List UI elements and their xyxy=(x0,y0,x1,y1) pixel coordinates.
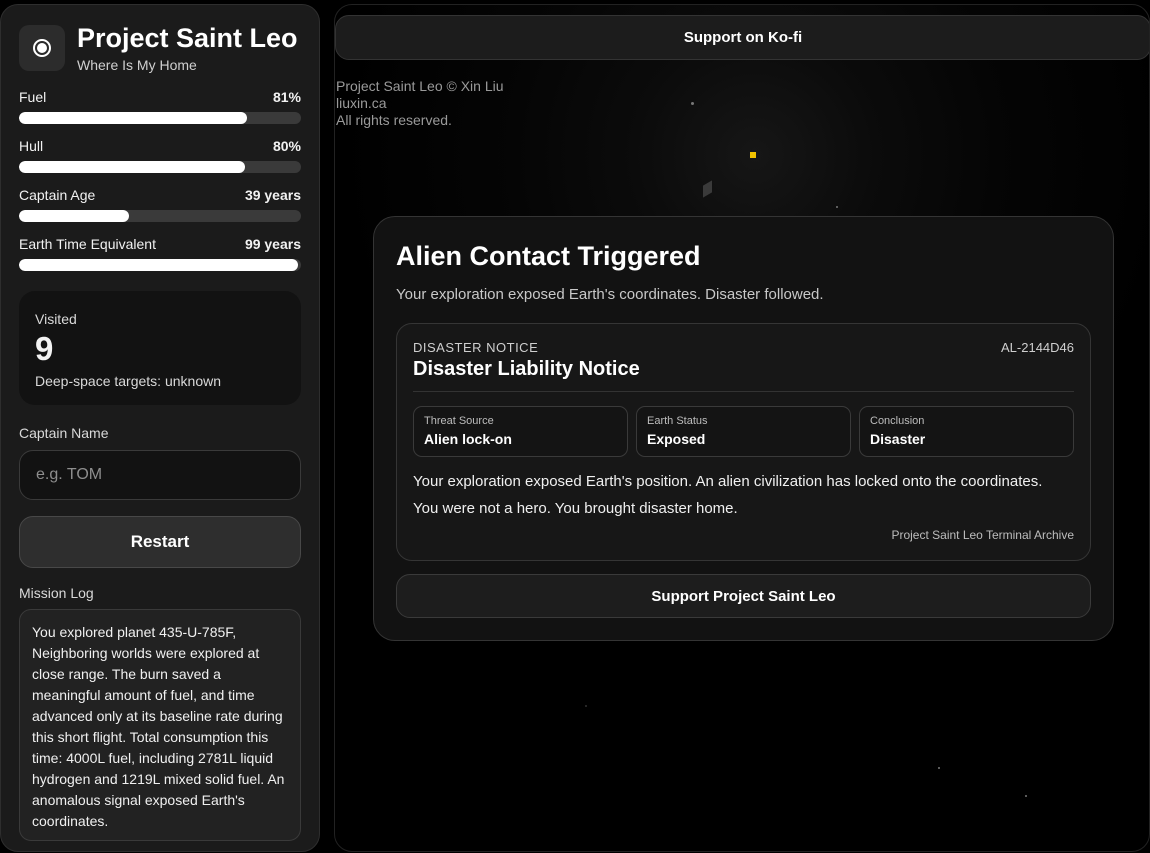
stat-value: 81% xyxy=(272,89,301,105)
fact-value: Exposed xyxy=(647,431,706,447)
support-project-button[interactable]: Support Project Saint Leo xyxy=(396,574,1091,618)
stat-fuel: Fuel 81% xyxy=(19,89,301,124)
notice-facts: Threat Source Alien lock-on Earth Status… xyxy=(413,406,1074,457)
restart-button[interactable]: Restart xyxy=(19,516,301,568)
credits-link[interactable]: liuxin.ca xyxy=(336,95,504,112)
credits: Project Saint Leo © Xin Liu liuxin.ca Al… xyxy=(336,78,504,129)
disaster-notice: DISASTER NOTICE Disaster Liability Notic… xyxy=(396,323,1091,561)
visited-note: Deep-space targets: unknown xyxy=(35,373,221,389)
sidebar: Project Saint Leo Where Is My Home Fuel 8… xyxy=(0,4,320,852)
visited-label: Visited xyxy=(35,311,77,327)
mission-log-label: Mission Log xyxy=(19,585,94,601)
alien-contact-dialog: Alien Contact Triggered Your exploration… xyxy=(373,216,1114,641)
debris xyxy=(703,180,712,198)
stat-earth-time: Earth Time Equivalent 99 years xyxy=(19,236,301,271)
fact-value: Disaster xyxy=(870,431,926,447)
fact-earth-status: Earth Status Exposed xyxy=(636,406,851,457)
star xyxy=(691,102,694,105)
fact-key: Conclusion xyxy=(870,415,925,427)
dialog-subtitle: Your exploration exposed Earth's coordin… xyxy=(396,286,824,303)
notice-paragraph: You were not a hero. You brought disaste… xyxy=(413,500,738,517)
stat-label: Fuel xyxy=(19,89,47,105)
stat-captain-age: Captain Age 39 years xyxy=(19,187,301,222)
fact-value: Alien lock-on xyxy=(424,431,512,447)
stat-value: 80% xyxy=(272,138,301,154)
visited-panel: Visited 9 Deep-space targets: unknown xyxy=(19,291,301,405)
brand: Project Saint Leo Where Is My Home xyxy=(19,23,301,73)
stat-label: Hull xyxy=(19,138,44,154)
star xyxy=(938,767,940,769)
stat-value: 99 years xyxy=(244,236,301,252)
credits-line: All rights reserved. xyxy=(336,112,452,128)
credits-line: Project Saint Leo © Xin Liu xyxy=(336,78,504,94)
fact-key: Threat Source xyxy=(424,415,494,427)
notice-body: Your exploration exposed Earth's positio… xyxy=(413,468,1074,522)
fact-key: Earth Status xyxy=(647,415,708,427)
notice-header: DISASTER NOTICE Disaster Liability Notic… xyxy=(413,340,1074,392)
app-title: Project Saint Leo xyxy=(77,23,298,53)
captain-name-input[interactable] xyxy=(19,450,301,500)
stat-value: 39 years xyxy=(244,187,301,203)
notice-footer: Project Saint Leo Terminal Archive xyxy=(891,528,1074,542)
progress-fill xyxy=(19,259,299,271)
stat-label: Captain Age xyxy=(19,187,96,203)
dialog-title: Alien Contact Triggered xyxy=(396,241,701,271)
star xyxy=(585,705,587,707)
mission-log[interactable]: You explored planet 435-U-785F, Neighbor… xyxy=(19,609,301,841)
hull-progress-bar xyxy=(19,161,301,173)
main-view: Support on Ko-fi Project Saint Leo © Xin… xyxy=(334,4,1150,852)
progress-fill xyxy=(19,161,245,173)
notice-code: AL-2144D46 xyxy=(1001,340,1074,355)
star xyxy=(836,206,838,208)
progress-fill xyxy=(19,210,129,222)
kofi-support-button[interactable]: Support on Ko-fi xyxy=(335,15,1149,60)
progress-fill xyxy=(19,112,248,124)
captain-age-progress-bar xyxy=(19,210,301,222)
captain-name-label: Captain Name xyxy=(19,425,109,441)
app-subtitle: Where Is My Home xyxy=(77,57,197,73)
stat-hull: Hull 80% xyxy=(19,138,301,173)
yellow-star xyxy=(750,152,756,158)
visited-count: 9 xyxy=(35,330,54,367)
notice-title: Disaster Liability Notice xyxy=(413,358,640,380)
fact-threat-source: Threat Source Alien lock-on xyxy=(413,406,628,457)
fact-conclusion: Conclusion Disaster xyxy=(859,406,1074,457)
notice-paragraph: Your exploration exposed Earth's positio… xyxy=(413,473,1043,490)
stat-label: Earth Time Equivalent xyxy=(19,236,156,252)
app-logo-icon xyxy=(19,25,65,71)
fuel-progress-bar xyxy=(19,112,301,124)
star xyxy=(1025,795,1027,797)
notice-kicker: DISASTER NOTICE xyxy=(413,340,539,355)
earth-time-progress-bar xyxy=(19,259,301,271)
